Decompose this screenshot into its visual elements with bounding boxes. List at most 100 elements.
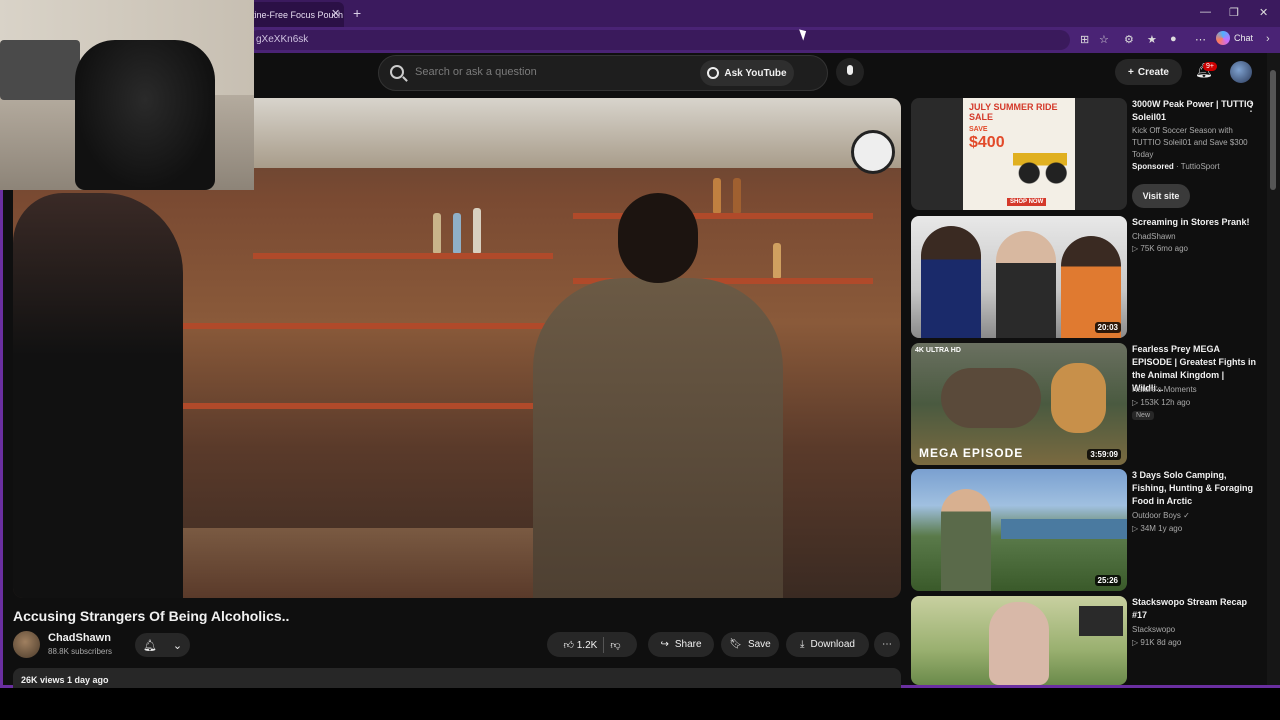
share-button[interactable]: ↪ Share: [648, 632, 714, 657]
ad-image: JULY SUMMER RIDE SALE SAVE $400 SHOP NOW: [963, 98, 1075, 210]
description-box[interactable]: [13, 668, 901, 688]
video-thumbnail[interactable]: [911, 596, 1127, 685]
search-placeholder: Search or ask a question: [415, 66, 537, 78]
views-and-date: 26K views 1 day ago: [21, 675, 109, 685]
more-menu-icon[interactable]: ⋯: [1195, 33, 1206, 46]
chat-label: Chat: [1234, 33, 1254, 43]
thumb-tag: 4K ULTRA HD: [915, 347, 961, 354]
scene-bottle: [733, 178, 741, 213]
save-label: Save: [747, 639, 771, 650]
duration-badge: 25:26: [1094, 575, 1121, 586]
more-icon: ⋯: [882, 639, 892, 650]
sponsored-label: Sponsored: [1132, 162, 1174, 171]
video-title: Accusing Strangers Of Being Alcoholics..: [13, 608, 290, 624]
ad-description: Kick Off Soccer Season with TUTTIO Solei…: [1132, 126, 1248, 159]
ad-thumb-headline: JULY SUMMER RIDE SALE: [969, 102, 1058, 122]
ad-thumb-amount: $400: [969, 134, 1005, 151]
views-age: ▷ 75K 6mo ago: [1132, 244, 1188, 253]
visit-site-button[interactable]: Visit site: [1132, 184, 1190, 208]
microphone-icon[interactable]: [836, 58, 864, 86]
subscriber-count: 88.8K subscribers: [48, 647, 113, 656]
create-button[interactable]: + Create: [1115, 59, 1182, 85]
create-label: Create: [1137, 66, 1169, 78]
sparkle-icon: [707, 67, 720, 79]
video-title[interactable]: 3 Days Solo Camping, Fishing, Hunting & …: [1132, 469, 1257, 508]
scene-shelf: [253, 253, 553, 259]
scene-person-coat: [533, 278, 783, 598]
channel-name[interactable]: Nature's Moments: [1132, 384, 1257, 396]
share-label: Share: [674, 639, 702, 650]
channel-name[interactable]: Outdoor Boys ✓: [1132, 510, 1257, 522]
video-thumbnail[interactable]: 20:03: [911, 216, 1127, 338]
thumb-person: [996, 231, 1056, 338]
channel-avatar[interactable]: [13, 631, 40, 658]
sidebar-ad[interactable]: JULY SUMMER RIDE SALE SAVE $400 SHOP NOW…: [911, 98, 1257, 210]
recommendation-item[interactable]: Stackswopo Stream Recap #17 Stackswopo ▷…: [911, 596, 1251, 685]
chevron-right-icon[interactable]: ›: [1266, 33, 1270, 45]
save-button[interactable]: 🔖︎ Save: [721, 632, 779, 657]
browser-tab[interactable]: tine-Free Focus Pouch: [244, 2, 344, 27]
restore-icon[interactable]: ❐: [1229, 6, 1239, 19]
chevron-down-icon: ⌄: [172, 639, 183, 652]
duration-badge: 20:03: [1094, 322, 1121, 333]
close-window-icon[interactable]: ✕: [1259, 6, 1268, 19]
scene-bottle: [713, 178, 721, 213]
like-button[interactable]: 👍︎ 1.2K: [564, 639, 598, 651]
thumb-animal: [1051, 363, 1106, 433]
search-submit-button[interactable]: [800, 62, 824, 84]
like-count: 1.2K: [576, 639, 598, 651]
ad-thumb-cta: SHOP NOW: [1007, 198, 1047, 206]
screen: tine-Free Focus Pouch ✕ + — ❐ ✕ gXeXKn6s…: [0, 0, 1280, 720]
reader-icon[interactable]: ⊞: [1080, 33, 1089, 46]
thumb-person: [941, 489, 991, 591]
extension-icon[interactable]: ⚙: [1124, 33, 1134, 46]
video-thumbnail[interactable]: 25:26: [911, 469, 1127, 591]
bell-icon: 🔔︎: [142, 639, 157, 652]
plus-icon: +: [1128, 66, 1134, 78]
channel-name[interactable]: Stackswopo: [1132, 624, 1257, 636]
scene-bottle: [773, 243, 781, 278]
scene-bottle: [433, 213, 441, 253]
thumb-animal: [941, 368, 1041, 428]
recommendation-item[interactable]: 4K ULTRA HD MEGA EPISODE 3:59:09 Fearles…: [911, 343, 1256, 465]
webcam-chair: [75, 40, 215, 190]
channel-name[interactable]: ChadShawn: [48, 632, 111, 644]
close-tab-icon[interactable]: ✕: [331, 7, 340, 20]
download-button[interactable]: ⤓ Download: [786, 632, 869, 657]
kebab-menu-icon[interactable]: ⋮: [1245, 100, 1257, 114]
profile-icon[interactable]: ●: [1170, 33, 1177, 45]
ad-thumbnail[interactable]: JULY SUMMER RIDE SALE SAVE $400 SHOP NOW: [911, 98, 1127, 210]
scrollbar-thumb[interactable]: [1270, 70, 1276, 190]
scene-bottle: [453, 213, 461, 253]
favorite-star-icon[interactable]: ☆: [1099, 33, 1109, 46]
recommendation-item[interactable]: 20:03 Screaming in Stores Prank! ChadSha…: [911, 216, 1251, 338]
minimize-icon[interactable]: —: [1200, 6, 1211, 18]
ad-title[interactable]: 3000W Peak Power | TUTTIO Soleil01: [1132, 98, 1257, 124]
like-dislike-group: 👍︎ 1.2K 👎︎: [547, 632, 637, 657]
thumb-lake: [1001, 519, 1127, 539]
scene-person-head: [618, 193, 698, 283]
video-title[interactable]: Stackswopo Stream Recap #17: [1132, 596, 1257, 622]
subscribed-button[interactable]: 🔔︎ ⌄: [135, 633, 190, 657]
thumb-label: MEGA EPISODE: [919, 446, 1024, 460]
webcam-bed: [0, 40, 80, 100]
recommendation-item[interactable]: 25:26 3 Days Solo Camping, Fishing, Hunt…: [911, 469, 1253, 591]
video-thumbnail[interactable]: 4K ULTRA HD MEGA EPISODE 3:59:09: [911, 343, 1127, 465]
new-badge: New: [1132, 411, 1155, 420]
ask-label: Ask YouTube: [724, 67, 787, 79]
chat-button[interactable]: Chat: [1216, 31, 1253, 45]
channel-name[interactable]: ChadShawn: [1132, 231, 1257, 243]
url-field[interactable]: gXeXKn6sk: [248, 30, 1070, 50]
views-age: ▷ 153K 12h ago: [1132, 398, 1191, 407]
webcam-overlay: [0, 0, 254, 190]
dirt-bike-image: [1013, 138, 1067, 188]
account-avatar[interactable]: [1230, 61, 1252, 83]
divider: [603, 636, 605, 653]
ask-youtube-button[interactable]: Ask YouTube: [700, 60, 794, 86]
dislike-icon[interactable]: 👎︎: [610, 639, 620, 651]
video-title[interactable]: Screaming in Stores Prank!: [1132, 216, 1257, 229]
more-actions-button[interactable]: ⋯: [874, 632, 900, 657]
new-tab-icon[interactable]: +: [353, 5, 361, 21]
favorites-icon[interactable]: ★: [1147, 33, 1157, 46]
bookmark-icon: 🔖︎: [729, 639, 742, 650]
